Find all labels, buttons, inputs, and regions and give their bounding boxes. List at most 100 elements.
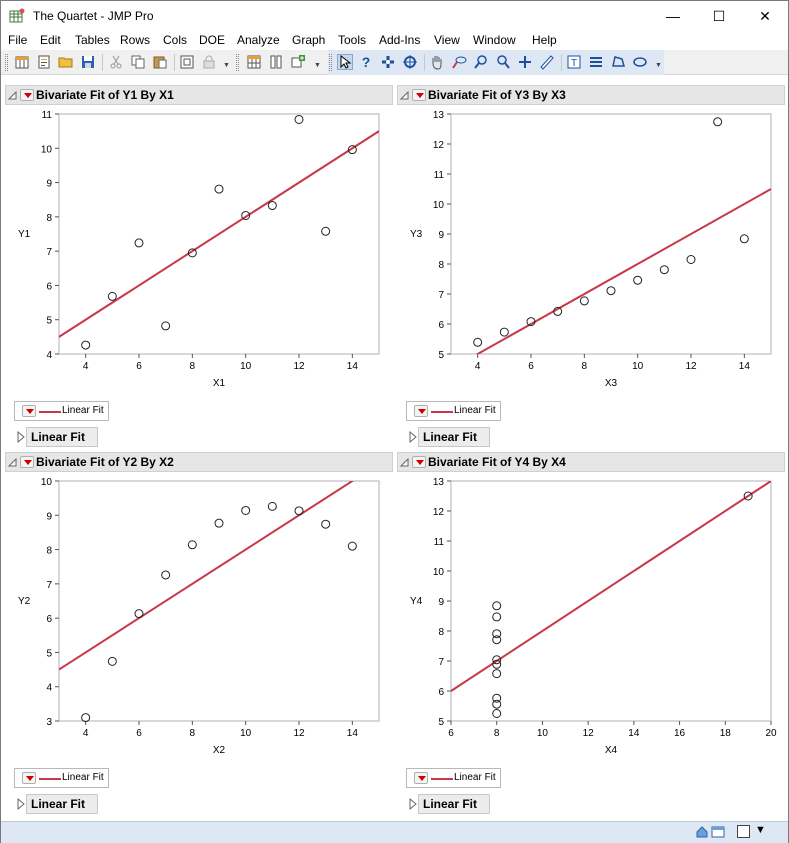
- fit-legend[interactable]: Linear Fit: [14, 768, 109, 788]
- close-button[interactable]: ✕: [742, 1, 788, 31]
- fit-legend[interactable]: Linear Fit: [406, 768, 501, 788]
- panel-header-y2-x2[interactable]: Bivariate Fit of Y2 By X2: [5, 452, 393, 472]
- report-content: Bivariate Fit of Y1 By X1 Bivariate Fit …: [1, 76, 788, 821]
- y-tick-label: 9: [46, 179, 52, 190]
- linear-fit-section[interactable]: Linear Fit: [26, 427, 98, 447]
- linear-fit-section[interactable]: Linear Fit: [26, 794, 98, 814]
- columns-icon[interactable]: [268, 54, 284, 70]
- red-triangle-menu-icon[interactable]: [414, 405, 428, 417]
- linear-fit-section[interactable]: Linear Fit: [418, 427, 490, 447]
- help-icon[interactable]: ?: [358, 54, 374, 70]
- x-tick-label: 8: [190, 361, 196, 372]
- legend-line-swatch: [39, 778, 61, 780]
- save-icon[interactable]: [80, 54, 96, 70]
- expand-triangle-icon[interactable]: [17, 798, 26, 810]
- toolbar-dropdown-icon[interactable]: ▼: [314, 62, 321, 69]
- linear-fit-label: Linear Fit: [31, 430, 86, 444]
- checkbox-icon[interactable]: [737, 825, 750, 838]
- lasso-icon[interactable]: [451, 54, 467, 70]
- collapse-triangle-icon[interactable]: [8, 91, 17, 100]
- maximize-icon: ☐: [712, 7, 726, 24]
- x-tick-label: 8: [190, 728, 196, 739]
- red-triangle-menu-icon[interactable]: [412, 89, 426, 101]
- toolbar-grip[interactable]: [5, 54, 8, 71]
- menu-doe[interactable]: DOE: [199, 33, 225, 47]
- menu-help[interactable]: Help: [532, 33, 557, 47]
- plus-icon[interactable]: [517, 54, 533, 70]
- menu-tables[interactable]: Tables: [75, 33, 110, 47]
- brush-icon[interactable]: [380, 54, 396, 70]
- scatter-plot-y3-x3[interactable]: 4 6 8 10 12 14 5 6 7 8 9 10 11 12 13 X3 Y3: [393, 106, 785, 396]
- y-tick-label: 4: [46, 350, 52, 361]
- y-tick-label: 6: [438, 320, 444, 331]
- cut-icon[interactable]: [108, 54, 124, 70]
- dropdown-arrow-icon[interactable]: ▼: [755, 824, 766, 836]
- menu-edit[interactable]: Edit: [40, 33, 61, 47]
- minimize-button[interactable]: —: [650, 1, 696, 31]
- menu-rows[interactable]: Rows: [120, 33, 150, 47]
- panel-header-y4-x4[interactable]: Bivariate Fit of Y4 By X4: [397, 452, 785, 472]
- toolbar-grip[interactable]: [329, 54, 332, 71]
- window-title: The Quartet - JMP Pro: [33, 9, 154, 23]
- polygon-icon[interactable]: [610, 54, 626, 70]
- scatter-plot-y4-x4[interactable]: 6 8 10 12 14 16 18 205678910111213X4Y4: [393, 473, 785, 763]
- toolbar-dropdown-icon[interactable]: ▼: [223, 62, 230, 69]
- menu-cols[interactable]: Cols: [163, 33, 187, 47]
- expand-triangle-icon[interactable]: [409, 431, 418, 443]
- search-icon[interactable]: [495, 54, 511, 70]
- red-triangle-menu-icon[interactable]: [414, 772, 428, 784]
- home-icon[interactable]: [695, 825, 709, 839]
- y-tick-label: 13: [433, 477, 445, 488]
- new-script-icon[interactable]: [36, 54, 52, 70]
- red-triangle-menu-icon[interactable]: [412, 456, 426, 468]
- fit-legend[interactable]: Linear Fit: [14, 401, 109, 421]
- red-triangle-menu-icon[interactable]: [20, 89, 34, 101]
- copy-icon[interactable]: [130, 54, 146, 70]
- fit-legend[interactable]: Linear Fit: [406, 401, 501, 421]
- paste-icon[interactable]: [152, 54, 168, 70]
- panel-header-y3-x3[interactable]: Bivariate Fit of Y3 By X3: [397, 85, 785, 105]
- collapse-triangle-icon[interactable]: [8, 458, 17, 467]
- panel-header-y1-x1[interactable]: Bivariate Fit of Y1 By X1: [5, 85, 393, 105]
- data-view-icon[interactable]: [179, 54, 195, 70]
- collapse-triangle-icon[interactable]: [400, 91, 409, 100]
- scatter-plot-y2-x2[interactable]: 4 6 8 10 12 14 3 4 5 6 7 8 9 10 X2 Y2: [1, 473, 393, 763]
- hand-icon[interactable]: [429, 54, 445, 70]
- expand-triangle-icon[interactable]: [409, 798, 418, 810]
- red-triangle-menu-icon[interactable]: [22, 405, 36, 417]
- menu-tools[interactable]: Tools: [338, 33, 366, 47]
- collapse-triangle-icon[interactable]: [400, 458, 409, 467]
- maximize-button[interactable]: ☐: [696, 1, 742, 31]
- menu-graph[interactable]: Graph: [292, 33, 325, 47]
- ruler-icon[interactable]: [539, 54, 555, 70]
- menu-add-ins[interactable]: Add-Ins: [379, 33, 420, 47]
- ellipse-icon[interactable]: [632, 54, 648, 70]
- open-icon[interactable]: [58, 54, 74, 70]
- x-tick-label: 10: [632, 361, 644, 372]
- toolbar-grip[interactable]: [236, 54, 239, 71]
- linear-fit-section[interactable]: Linear Fit: [418, 794, 490, 814]
- arrow-icon[interactable]: [337, 54, 353, 70]
- x-axis-label: X3: [605, 378, 618, 389]
- plot-frame: [450, 113, 772, 355]
- annotate-icon[interactable]: T: [566, 54, 582, 70]
- y-tick-label: 5: [46, 648, 52, 659]
- menu-window[interactable]: Window: [473, 33, 516, 47]
- zoom-icon[interactable]: [473, 54, 489, 70]
- menu-view[interactable]: View: [434, 33, 460, 47]
- panel-title: Bivariate Fit of Y1 By X1: [36, 88, 174, 102]
- window-list-icon[interactable]: [711, 825, 725, 839]
- red-triangle-menu-icon[interactable]: [22, 772, 36, 784]
- add-icon[interactable]: [290, 54, 306, 70]
- new-table-icon[interactable]: [14, 54, 30, 70]
- scatter-plot-y1-x1[interactable]: 4 6 8 10 12 14 4 5 6 7 8 9 10 11 X1 Y1: [1, 106, 393, 396]
- expand-triangle-icon[interactable]: [17, 431, 26, 443]
- table-icon[interactable]: [246, 54, 262, 70]
- toolbar-dropdown-icon[interactable]: ▼: [655, 62, 662, 69]
- menu-file[interactable]: File: [8, 33, 27, 47]
- crosshair-icon[interactable]: [402, 54, 418, 70]
- lines-icon[interactable]: [588, 54, 604, 70]
- lock-icon[interactable]: [201, 54, 217, 70]
- red-triangle-menu-icon[interactable]: [20, 456, 34, 468]
- menu-analyze[interactable]: Analyze: [237, 33, 280, 47]
